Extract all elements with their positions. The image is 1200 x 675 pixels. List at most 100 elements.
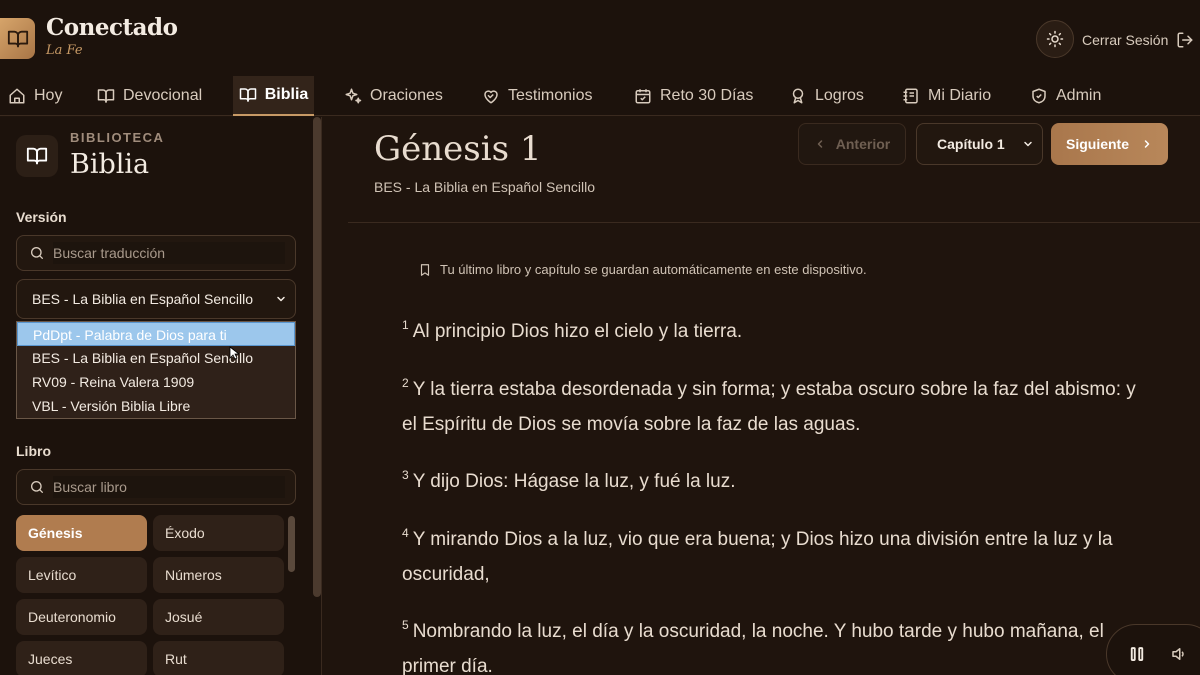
sun-icon bbox=[1046, 30, 1064, 48]
nav-label: Hoy bbox=[34, 87, 63, 104]
version-option[interactable]: PdDpt - Palabra de Dios para ti bbox=[17, 322, 295, 346]
book-button[interactable]: Levítico bbox=[16, 557, 147, 593]
search-icon bbox=[31, 481, 43, 493]
sparkles-icon bbox=[345, 88, 362, 104]
book-grid-scrollbar[interactable] bbox=[288, 516, 295, 572]
nav-item-devocional[interactable]: Devocional bbox=[93, 76, 206, 116]
book-search bbox=[16, 469, 296, 505]
previous-label: Anterior bbox=[835, 136, 891, 152]
shield-check-icon bbox=[1032, 88, 1046, 104]
nav-item-logros[interactable]: Logros bbox=[785, 76, 868, 116]
nav-label: Reto 30 Días bbox=[660, 87, 754, 104]
volume-button[interactable] bbox=[1170, 645, 1188, 668]
nav-item-oraciones[interactable]: Oraciones bbox=[340, 76, 447, 116]
book-open-icon bbox=[7, 30, 28, 47]
version-option[interactable]: RV09 - Reina Valera 1909 bbox=[17, 370, 295, 394]
verse-text: Y mirando Dios a la luz, vio que era bue… bbox=[402, 529, 1113, 585]
book-button[interactable]: Rut bbox=[153, 641, 284, 675]
book-open-icon bbox=[239, 88, 256, 102]
verse-text: Al principio Dios hizo el cielo y la tie… bbox=[412, 321, 743, 342]
verse-text: Nombrando la luz, el día y la oscuridad,… bbox=[402, 621, 1104, 675]
book-button[interactable]: Deuteronomio bbox=[16, 599, 147, 635]
pause-button[interactable] bbox=[1128, 645, 1146, 668]
verse-text: Y dijo Dios: Hágase la luz, y fué la luz… bbox=[412, 471, 736, 492]
verse: 2Y la tierra estaba desordenada y sin fo… bbox=[402, 372, 1142, 442]
version-option[interactable]: BES - La Biblia en Español Sencillo bbox=[17, 346, 295, 370]
previous-chapter-button[interactable]: Anterior bbox=[798, 123, 906, 165]
bookmark-icon bbox=[420, 263, 430, 276]
book-button[interactable]: Josué bbox=[153, 599, 284, 635]
chapter-select-value: Capítulo 1 bbox=[937, 136, 1005, 152]
main-nav: Hoy Devocional Biblia Oraciones Testimon… bbox=[0, 76, 1200, 116]
nav-label: Devocional bbox=[123, 87, 203, 104]
version-dropdown-list: PdDpt - Palabra de Dios para ti BES - La… bbox=[16, 321, 296, 419]
next-chapter-button[interactable]: Siguiente bbox=[1051, 123, 1168, 165]
app-subtitle: La Fe bbox=[46, 43, 83, 58]
nav-item-biblia[interactable]: Biblia bbox=[233, 76, 314, 116]
translation-search-input[interactable] bbox=[53, 242, 285, 264]
version-select[interactable]: BES - La Biblia en Español Sencillo bbox=[16, 279, 296, 319]
pause-icon bbox=[1130, 647, 1144, 661]
book-button[interactable]: Jueces bbox=[16, 641, 147, 675]
bible-sidebar: BIBLIOTECA Biblia Versión BES - La Bibli… bbox=[0, 117, 322, 675]
nav-label: Testimonios bbox=[508, 87, 593, 104]
chapter-select[interactable]: Capítulo 1 bbox=[916, 123, 1043, 165]
nav-label: Oraciones bbox=[370, 87, 443, 104]
book-search-input[interactable] bbox=[53, 476, 285, 498]
heart-handshake-icon bbox=[484, 90, 498, 104]
theme-toggle-button[interactable] bbox=[1036, 20, 1074, 58]
logout-label: Cerrar Sesión bbox=[1082, 32, 1169, 48]
book-button[interactable]: Números bbox=[153, 557, 284, 593]
nav-item-mi-diario[interactable]: Mi Diario bbox=[898, 76, 995, 116]
verse: 1 Al principio Dios hizo el cielo y la ti… bbox=[402, 314, 1142, 349]
nav-label: Biblia bbox=[264, 86, 309, 103]
chapter-content: Tu último libro y capítulo se guardan au… bbox=[348, 224, 1200, 675]
app-logo[interactable] bbox=[0, 18, 35, 59]
app-header: Conectado La Fe Cerrar Sesión Hoy Devoci… bbox=[0, 0, 1200, 116]
translation-search bbox=[16, 235, 296, 271]
chapter-version: BES - La Biblia en Español Sencillo bbox=[374, 179, 596, 195]
chevron-down-icon bbox=[1024, 141, 1032, 147]
book-open-icon bbox=[26, 147, 48, 165]
verse-text: Y la tierra estaba desordenada y sin for… bbox=[402, 379, 1136, 435]
sidebar-scrollbar[interactable] bbox=[313, 117, 321, 597]
chapter-header: Génesis 1 BES - La Biblia en Español Sen… bbox=[348, 117, 1200, 223]
chevron-left-icon bbox=[817, 140, 823, 148]
notebook-icon bbox=[903, 88, 918, 104]
award-icon bbox=[792, 88, 804, 104]
nav-item-reto-30-dias[interactable]: Reto 30 Días bbox=[630, 76, 757, 116]
verse-number: 5 bbox=[402, 618, 409, 632]
next-label: Siguiente bbox=[1065, 136, 1129, 152]
mouse-cursor-icon bbox=[229, 346, 239, 360]
chevron-right-icon bbox=[1144, 140, 1150, 148]
library-kicker: BIBLIOTECA bbox=[70, 130, 165, 145]
verse-number: 2 bbox=[402, 376, 409, 390]
library-badge bbox=[16, 135, 58, 177]
verse-number: 1 bbox=[402, 318, 409, 332]
autosave-note: Tu último libro y capítulo se guardan au… bbox=[418, 262, 867, 277]
nav-item-hoy[interactable]: Hoy bbox=[4, 76, 66, 116]
version-select-value: BES - La Biblia en Español Sencillo bbox=[32, 291, 254, 307]
verse: 4Y mirando Dios a la luz, vio que era bu… bbox=[402, 522, 1142, 592]
chevron-down-icon bbox=[277, 296, 285, 302]
nav-label: Logros bbox=[815, 87, 864, 104]
autosave-note-text: Tu último libro y capítulo se guardan au… bbox=[440, 262, 867, 277]
library-title: Biblia bbox=[70, 149, 150, 180]
search-icon bbox=[31, 247, 43, 259]
nav-item-admin[interactable]: Admin bbox=[1026, 76, 1105, 116]
volume-icon bbox=[1172, 648, 1184, 660]
nav-label: Mi Diario bbox=[928, 87, 992, 104]
verse: 5 Nombrando la luz, el día y la oscuridad… bbox=[402, 614, 1142, 675]
book-label: Libro bbox=[16, 443, 51, 459]
nav-item-testimonios[interactable]: Testimonios bbox=[478, 76, 596, 116]
book-button[interactable]: Éxodo bbox=[153, 515, 284, 551]
version-option[interactable]: VBL - Versión Biblia Libre bbox=[17, 394, 295, 418]
app-title: Conectado bbox=[46, 14, 178, 41]
book-grid: Génesis Éxodo Levítico Números Deuterono… bbox=[16, 515, 284, 675]
version-label: Versión bbox=[16, 209, 67, 225]
book-button[interactable]: Génesis bbox=[16, 515, 147, 551]
verse: 3Y dijo Dios: Hágase la luz, y fué la lu… bbox=[402, 464, 1142, 499]
log-out-icon bbox=[1177, 32, 1193, 48]
book-open-icon bbox=[97, 89, 115, 103]
logout-button[interactable]: Cerrar Sesión bbox=[1082, 30, 1194, 50]
